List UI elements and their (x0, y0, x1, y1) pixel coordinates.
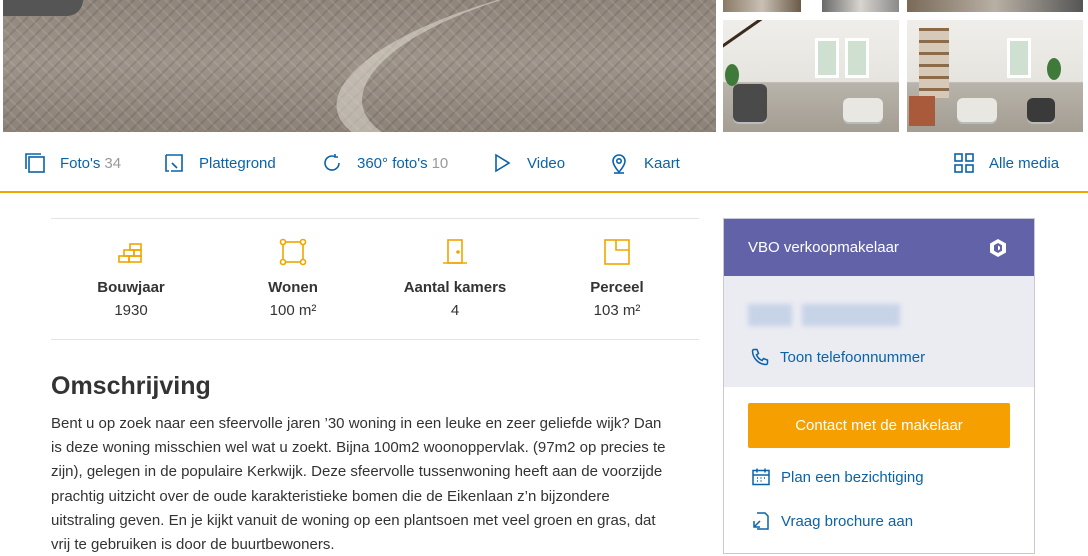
description-line: uitstraling geven. En je kijkt vanuit de… (51, 511, 656, 529)
thumbnail-top-1[interactable] (723, 0, 801, 12)
floorplan-icon (165, 154, 183, 172)
calendar-icon (752, 468, 770, 486)
main-photo[interactable] (3, 0, 716, 132)
video-tab[interactable]: Video (491, 151, 565, 175)
phone-label: Toon telefoonnummer (780, 348, 926, 366)
agent-name-blurred (748, 304, 792, 326)
feature-value: 4 (450, 302, 460, 319)
description-line: vrij te gebruiken is door de buurtbewone… (51, 536, 335, 554)
feature-label: Bouwjaar (97, 279, 165, 296)
description-line: prachtig uitzicht over de oude karakteri… (51, 487, 610, 505)
floorplan-tab[interactable]: Plattegrond (163, 151, 276, 175)
description-line: is deze woning misschien wel wat u zoekt… (51, 439, 666, 457)
phone-icon (751, 348, 769, 366)
curb-marking (322, 0, 716, 132)
photo-gallery (0, 0, 1088, 133)
car-fragment (3, 0, 83, 16)
feature-value: 1930 (114, 302, 148, 319)
feature-label: Wonen (268, 279, 318, 296)
floorplan-label: Plattegrond (199, 154, 276, 172)
description-text: Bent u op zoek naar een sfeervolle jaren… (51, 412, 701, 556)
all-media-label: Alle media (989, 154, 1060, 172)
thumbnail-living-room-1[interactable] (723, 20, 899, 132)
play-icon (495, 153, 511, 173)
area-icon (279, 238, 307, 266)
brochure-download-icon (753, 512, 769, 530)
description-line: zijn), gelegen in de populaire Kerkwijk.… (51, 463, 663, 481)
agent-name-blurred (802, 304, 900, 326)
bricks-icon (118, 243, 142, 263)
agent-info: Toon telefoonnummer (724, 276, 1034, 387)
all-media-tab[interactable]: Alle media (953, 151, 1059, 175)
show-phone-link[interactable]: Toon telefoonnummer (751, 348, 925, 366)
feature-value: 103 m² (593, 302, 641, 319)
thumbnail-top-2[interactable] (822, 0, 899, 12)
photos-tab[interactable]: Foto's 34 (24, 151, 121, 175)
feature-perceel: Perceel 103 m² (547, 237, 687, 319)
feature-label: Perceel (590, 279, 644, 296)
feature-label: Aantal kamers (403, 279, 507, 296)
feature-bouwjaar: Bouwjaar 1930 (61, 237, 201, 319)
map-pin-icon (612, 154, 626, 174)
request-brochure-link[interactable]: Vraag brochure aan (751, 511, 913, 531)
photos360-tab[interactable]: 360° foto's 10 (321, 151, 448, 175)
key-features: Bouwjaar 1930 Wonen 100 m² Aantal kamers… (51, 218, 699, 340)
feature-kamers: Aantal kamers 4 (385, 237, 525, 319)
feature-wonen: Wonen 100 m² (223, 237, 363, 319)
rotate-360-icon (324, 154, 340, 171)
plan-viewing-link[interactable]: Plan een bezichtiging (751, 467, 924, 487)
map-tab[interactable]: Kaart (608, 151, 680, 175)
feature-value: 100 m² (269, 302, 317, 319)
photos-label: Foto's (60, 154, 101, 172)
agent-header-title: VBO verkoopmakelaar (748, 239, 899, 256)
photos360-count: 10 (431, 154, 449, 172)
photos-count: 34 (104, 154, 122, 172)
door-icon (443, 239, 467, 264)
thumbnail-living-room-2[interactable] (907, 20, 1083, 132)
media-bar: Foto's 34 Plattegrond 360° foto's 10 Vid… (0, 133, 1088, 193)
vbo-logo-icon (990, 239, 1006, 257)
map-label: Kaart (644, 154, 680, 172)
request-brochure-label: Vraag brochure aan (781, 512, 914, 530)
plan-viewing-label: Plan een bezichtiging (781, 468, 924, 486)
grid-icon (954, 153, 974, 173)
photos-icon (25, 153, 45, 173)
video-label: Video (527, 154, 566, 172)
description-title: Omschrijving (51, 372, 211, 400)
thumbnail-top-3[interactable] (907, 0, 1083, 12)
photos360-label: 360° foto's (357, 154, 428, 172)
plot-icon (604, 239, 630, 265)
agent-panel: VBO verkoopmakelaar Toon telefoonnummer … (723, 218, 1035, 554)
description-line: Bent u op zoek naar een sfeervolle jaren… (51, 415, 662, 432)
contact-agent-button[interactable]: Contact met de makelaar (748, 403, 1010, 448)
agent-header: VBO verkoopmakelaar (724, 219, 1034, 276)
